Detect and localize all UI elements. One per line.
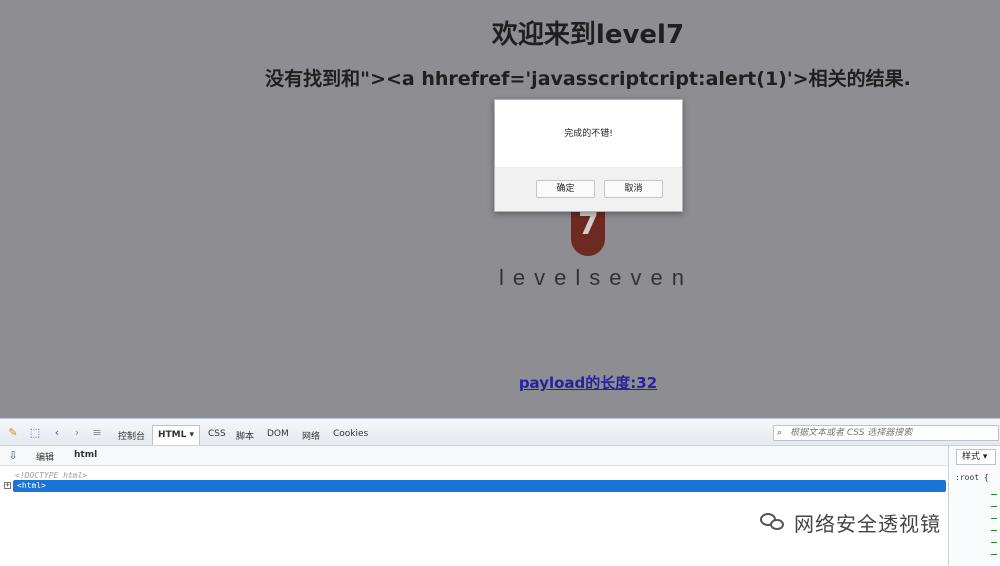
logo-seven-glyph: 7 <box>578 207 599 242</box>
rule-marker <box>991 518 997 519</box>
devtools-subtoolbar: ⇩ 编辑 html <box>0 446 948 466</box>
search-icon: ⌕ <box>777 428 783 438</box>
tab-css[interactable]: CSS <box>208 429 226 439</box>
page-heading: 欢迎来到level7 <box>491 20 685 50</box>
devtools-panel: ✎ ⬚ ‹ › ≡ 控制台 HTML ▾ CSS 脚本 DOM 网络 Cooki… <box>0 418 1000 566</box>
forward-icon[interactable]: › <box>70 426 84 439</box>
back-icon[interactable]: ‹ <box>50 426 64 439</box>
tab-console[interactable]: 控制台 <box>118 429 145 442</box>
payload-length-link[interactable]: payload的长度:32 <box>519 374 657 392</box>
alert-message: 完成的不错! <box>564 129 613 139</box>
rule-marker <box>991 542 997 543</box>
watermark: 网络安全透视镜 <box>760 508 941 536</box>
edit-mode-icon[interactable]: ⇩ <box>6 449 20 462</box>
root-rule: :root { <box>955 473 989 482</box>
rule-marker <box>991 506 997 507</box>
doctype-node[interactable]: <!DOCTYPE html> <box>15 471 87 480</box>
devtools-toolbar: ✎ ⬚ ‹ › ≡ 控制台 HTML ▾ CSS 脚本 DOM 网络 Cooki… <box>0 419 1000 446</box>
ok-button[interactable]: 确定 <box>536 180 595 198</box>
rule-marker <box>991 530 997 531</box>
search-input[interactable]: ⌕ 根据文本或者 CSS 选择器搜索 <box>773 425 999 441</box>
tab-network[interactable]: 网络 <box>302 429 320 442</box>
inspect-icon[interactable]: ⬚ <box>28 426 42 439</box>
payload-container: payload的长度:32 <box>0 372 1000 393</box>
html-node-selected[interactable]: <html> <box>13 480 946 492</box>
rule-marker <box>991 554 997 555</box>
search-result-message: 没有找到和"><a hhrefref='javasscriptcript:ale… <box>265 68 911 90</box>
watermark-text: 网络安全透视镜 <box>794 511 941 536</box>
logo-text: levelseven <box>499 265 693 290</box>
tab-html[interactable]: HTML ▾ <box>152 425 201 445</box>
tab-html-label: HTML <box>158 430 187 440</box>
firebug-icon[interactable]: ✎ <box>6 426 20 439</box>
style-tab[interactable]: 样式 ▾ <box>956 449 996 465</box>
command-line-icon[interactable]: ≡ <box>90 426 104 439</box>
edit-button[interactable]: 编辑 <box>36 450 54 463</box>
wechat-icon <box>760 511 786 533</box>
cancel-button[interactable]: 取消 <box>604 180 663 198</box>
expand-toggle-icon[interactable]: + <box>4 482 11 489</box>
alert-dialog: 完成的不错! 确定 取消 <box>494 99 683 212</box>
alert-footer: 确定 取消 <box>495 167 682 211</box>
rule-marker <box>991 494 997 495</box>
tab-dom[interactable]: DOM <box>267 429 289 439</box>
breadcrumb-html[interactable]: html <box>74 450 97 460</box>
tab-cookies[interactable]: Cookies <box>333 429 368 439</box>
style-side-panel: 样式 ▾ :root { <box>948 446 1000 566</box>
tab-script[interactable]: 脚本 <box>236 429 254 442</box>
chevron-down-icon: ▾ <box>189 430 195 440</box>
search-placeholder: 根据文本或者 CSS 选择器搜索 <box>790 428 913 438</box>
